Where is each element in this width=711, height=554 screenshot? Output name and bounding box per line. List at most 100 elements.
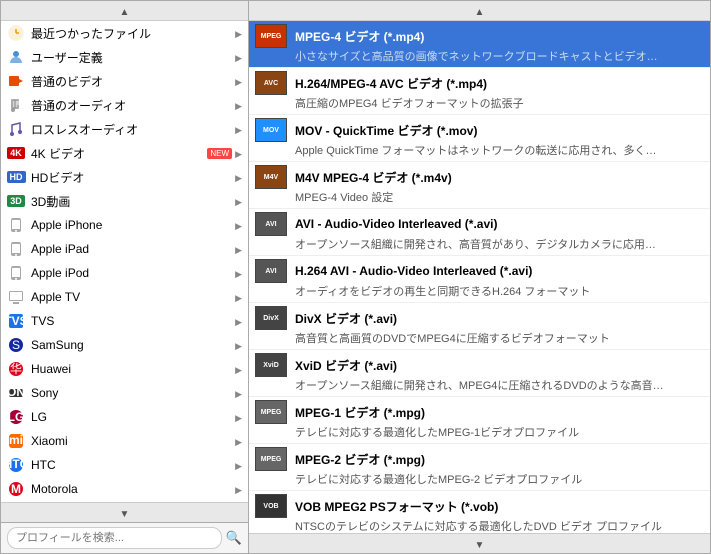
chevron-up-icon xyxy=(120,4,130,18)
arrow-icon-appletv xyxy=(232,290,242,304)
arrow-icon-ipad xyxy=(232,242,242,256)
right-item-mp4[interactable]: MPEGMPEG-4 ビデオ (*.mp4)小さなサイズと高品質の画像でネットワ… xyxy=(249,21,710,68)
left-item-huawei[interactable]: 华Huawei xyxy=(1,357,248,381)
right-item-h264[interactable]: AVC H.264/MPEG-4 AVC ビデオ (*.mp4) 高圧縮のMPEG4… xyxy=(249,68,710,115)
right-chevron-down-icon xyxy=(475,537,485,551)
right-item-title-mp4: MPEG-4 ビデオ (*.mp4) xyxy=(295,28,702,45)
left-item-tvs[interactable]: TVSTVS xyxy=(1,309,248,333)
right-item-row-m4v: M4VM4V MPEG-4 ビデオ (*.m4v) xyxy=(255,165,702,189)
right-item-m4v[interactable]: M4VM4V MPEG-4 ビデオ (*.m4v)MPEG-4 Video 設定 xyxy=(249,162,710,209)
arrow-icon-3d xyxy=(232,194,242,208)
left-item-label-samsung: SamSung xyxy=(31,338,232,352)
4k-icon: 4K xyxy=(7,144,25,162)
right-item-mov[interactable]: MOVMOV - QuickTime ビデオ (*.mov)Apple Quic… xyxy=(249,115,710,162)
arrow-icon-4k xyxy=(232,146,242,160)
right-scroll-up-button[interactable] xyxy=(249,1,710,21)
left-item-iphone[interactable]: Apple iPhone xyxy=(1,213,248,237)
left-item-samsung[interactable]: S SamSung xyxy=(1,333,248,357)
xiaomi-icon: mi xyxy=(7,432,25,450)
right-scroll-down-button[interactable] xyxy=(249,533,710,553)
user-defined-icon xyxy=(7,48,25,66)
left-item-label-video: 普通のビデオ xyxy=(31,73,232,90)
arrow-icon-sony xyxy=(232,386,242,400)
arrow-icon-lg xyxy=(232,410,242,424)
svg-text:S: S xyxy=(12,338,20,352)
left-item-user-defined[interactable]: ユーザー定義 xyxy=(1,45,248,69)
right-item-desc-m4v: MPEG-4 Video 設定 xyxy=(255,189,685,205)
right-item-title-h264: H.264/MPEG-4 AVC ビデオ (*.mp4) xyxy=(295,75,702,92)
arrow-icon-hd xyxy=(232,170,242,184)
thumb-mpeg2: MPEG xyxy=(255,447,287,471)
left-item-video[interactable]: 普通のビデオ xyxy=(1,69,248,93)
hd-icon: HD xyxy=(7,168,25,186)
right-item-vob[interactable]: VOBVOB MPEG2 PSフォーマット (*.vob)NTSCのテレビのシス… xyxy=(249,491,710,533)
left-item-sony[interactable]: SONYSony xyxy=(1,381,248,405)
main-container: 最近つかったファイルユーザー定義普通のビデオ普通のオーディオロスレスオーディオ4… xyxy=(0,0,711,554)
right-item-row-xvid: XviDXviD ビデオ (*.avi) xyxy=(255,353,702,377)
left-item-lg[interactable]: LGLG xyxy=(1,405,248,429)
left-item-ipod[interactable]: Apple iPod xyxy=(1,261,248,285)
left-item-blackberry[interactable]: Black Berry xyxy=(1,501,248,502)
arrow-icon-samsung xyxy=(232,338,242,352)
left-item-hd[interactable]: HDHDビデオ xyxy=(1,165,248,189)
thumb-h264: AVC xyxy=(255,71,287,95)
htc-icon: HTC xyxy=(7,456,25,474)
right-item-avi[interactable]: AVIAVI - Audio-Video Interleaved (*.avi)… xyxy=(249,209,710,256)
iphone-icon xyxy=(7,216,25,234)
right-item-desc-mov: Apple QuickTime フォーマットはネットワークの転送に応用され、多く… xyxy=(255,142,685,158)
left-item-lossless[interactable]: ロスレスオーディオ xyxy=(1,117,248,141)
arrow-icon-tvs xyxy=(232,314,242,328)
arrow-icon-htc xyxy=(232,458,242,472)
svg-text:LG: LG xyxy=(8,410,24,424)
right-chevron-up-icon xyxy=(475,4,485,18)
left-item-motorola[interactable]: M Motorola xyxy=(1,477,248,501)
3d-icon: 3D xyxy=(7,192,25,210)
right-item-title-avi: AVI - Audio-Video Interleaved (*.avi) xyxy=(295,217,702,231)
search-input[interactable] xyxy=(7,527,222,549)
right-item-h264avi[interactable]: AVIH.264 AVI - Audio-Video Interleaved (… xyxy=(249,256,710,303)
left-item-ipad[interactable]: Apple iPad xyxy=(1,237,248,261)
left-item-label-user-defined: ユーザー定義 xyxy=(31,49,232,66)
search-icon[interactable]: 🔍 xyxy=(226,530,242,546)
right-item-row-mpeg1: MPEGMPEG-1 ビデオ (*.mpg) xyxy=(255,400,702,424)
arrow-icon-lossless xyxy=(232,122,242,136)
right-item-title-mov: MOV - QuickTime ビデオ (*.mov) xyxy=(295,122,702,139)
left-item-label-appletv: Apple TV xyxy=(31,290,232,304)
right-item-desc-mpeg1: テレビに対応する最適化したMPEG-1ビデオプロファイル xyxy=(255,424,685,440)
svg-text:mi: mi xyxy=(9,433,23,447)
tvs-icon: TVS xyxy=(7,312,25,330)
right-item-desc-mpeg2: テレビに対応する最適化したMPEG-2 ビデオプロファイル xyxy=(255,471,685,487)
right-item-row-mp4: MPEGMPEG-4 ビデオ (*.mp4) xyxy=(255,24,702,48)
search-bar: 🔍 xyxy=(1,522,248,553)
right-item-desc-h264: 高圧縮のMPEG4 ビデオフォーマットの拡張子 xyxy=(255,95,685,111)
right-item-mpeg2[interactable]: MPEGMPEG-2 ビデオ (*.mpg)テレビに対応する最適化したMPEG-… xyxy=(249,444,710,491)
right-item-desc-avi: オープンソース組織に開発され、高音質があり、デジタルカメラに応用… xyxy=(255,236,685,252)
left-scroll-up-button[interactable] xyxy=(1,1,248,21)
left-item-4k[interactable]: 4K4K ビデオNEW xyxy=(1,141,248,165)
left-item-htc[interactable]: HTCHTC xyxy=(1,453,248,477)
left-scroll-down-button[interactable] xyxy=(1,502,248,522)
thumb-xvid: XviD xyxy=(255,353,287,377)
right-item-mpeg1[interactable]: MPEGMPEG-1 ビデオ (*.mpg)テレビに対応する最適化したMPEG-… xyxy=(249,397,710,444)
left-item-recent[interactable]: 最近つかったファイル xyxy=(1,21,248,45)
right-item-title-h264avi: H.264 AVI - Audio-Video Interleaved (*.a… xyxy=(295,264,702,278)
right-item-divx[interactable]: DivXDivX ビデオ (*.avi)高音質と高画質のDVDでMPEG4に圧縮… xyxy=(249,303,710,350)
right-list: MPEGMPEG-4 ビデオ (*.mp4)小さなサイズと高品質の画像でネットワ… xyxy=(249,21,710,533)
arrow-icon-user-defined xyxy=(232,50,242,64)
left-item-label-xiaomi: Xiaomi xyxy=(31,434,232,448)
arrow-icon-video xyxy=(232,74,242,88)
right-item-xvid[interactable]: XviDXviD ビデオ (*.avi)オープンソース組織に開発され、MPEG4… xyxy=(249,350,710,397)
arrow-icon-motorola xyxy=(232,482,242,496)
left-item-appletv[interactable]: Apple TV xyxy=(1,285,248,309)
left-item-3d[interactable]: 3D3D動画 xyxy=(1,189,248,213)
left-item-label-iphone: Apple iPhone xyxy=(31,218,232,232)
lossless-icon xyxy=(7,120,25,138)
left-item-xiaomi[interactable]: mi Xiaomi xyxy=(1,429,248,453)
left-item-label-motorola: Motorola xyxy=(31,482,232,496)
right-item-row-vob: VOBVOB MPEG2 PSフォーマット (*.vob) xyxy=(255,494,702,518)
svg-text:M: M xyxy=(11,482,21,496)
svg-text:SONY: SONY xyxy=(8,385,24,399)
thumb-m4v: M4V xyxy=(255,165,287,189)
left-item-label-audio: 普通のオーディオ xyxy=(31,97,232,114)
left-item-audio[interactable]: 普通のオーディオ xyxy=(1,93,248,117)
